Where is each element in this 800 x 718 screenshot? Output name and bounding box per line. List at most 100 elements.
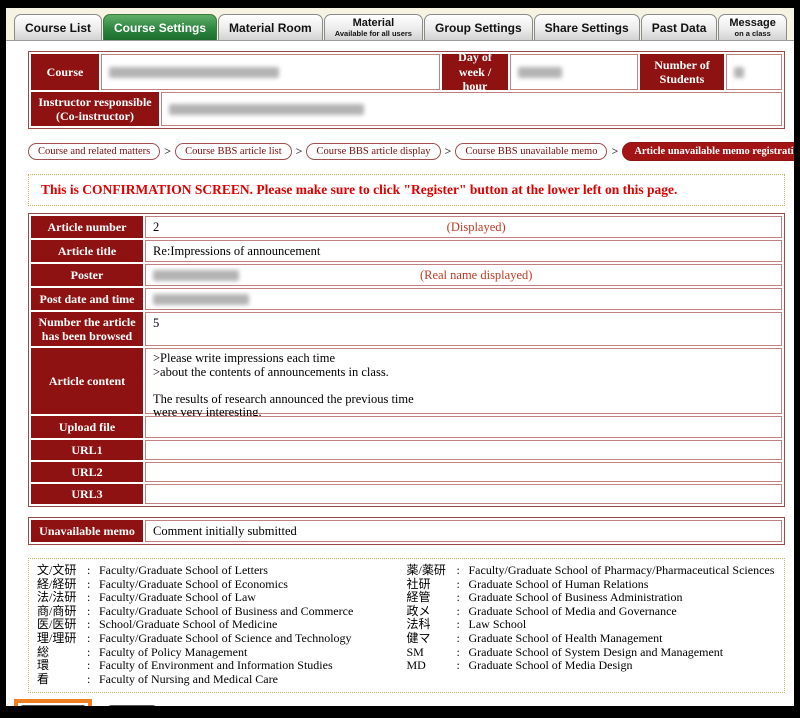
breadcrumb-item-bbs-article-display[interactable]: Course BBS article display (306, 143, 440, 160)
legend-abbr: 総 (37, 646, 87, 660)
course-info-table: Course Day of week / hour Number of Stud… (28, 51, 785, 129)
day-of-week-value (510, 54, 638, 90)
instructor-value (161, 92, 782, 126)
tab-label: Share Settings (545, 21, 629, 35)
legend-item: 環:Faculty of Environment and Information… (37, 659, 407, 673)
content-line: >about the contents of announcements in … (153, 366, 389, 380)
students-header: Number of Students (640, 54, 724, 90)
course-value (101, 54, 440, 90)
legend-separator: : (457, 659, 469, 673)
browsed-row: Number the article has been browsed 5 (31, 312, 782, 346)
back-button[interactable]: Back (108, 705, 156, 706)
instructor-row: Instructor responsible (Co-instructor) (31, 92, 782, 126)
tab-past-data[interactable]: Past Data (641, 14, 718, 40)
breadcrumb-item-course-matters[interactable]: Course and related matters (28, 143, 160, 160)
legend-item: 経/経研:Faculty/Graduate School of Economic… (37, 578, 407, 592)
tab-label: Past Data (652, 21, 707, 35)
confirmation-notice: This is CONFIRMATION SCREEN. Please make… (28, 174, 785, 206)
legend-abbr: 文/文研 (37, 564, 87, 578)
content-line: The results of research announced the pr… (153, 393, 414, 407)
breadcrumb-separator: > (296, 144, 303, 159)
legend-desc: School/Graduate School of Medicine (99, 618, 277, 632)
url3-row: URL3 (31, 484, 782, 504)
content-line: >Please write impressions each time (153, 352, 335, 366)
tab-material-room[interactable]: Material Room (218, 14, 323, 40)
article-content-value: >Please write impressions each time >abo… (145, 348, 782, 414)
url2-value (145, 462, 782, 482)
post-date-value (145, 288, 782, 310)
instructor-header: Instructor responsible (Co-instructor) (31, 92, 159, 126)
article-content-header: Article content (31, 348, 143, 414)
legend-abbr: 理/理研 (37, 632, 87, 646)
legend-separator: : (457, 578, 469, 592)
breadcrumb-item-bbs-unavailable-memo[interactable]: Course BBS unavailable memo (455, 143, 607, 160)
legend-desc: Graduate School of Health Management (469, 632, 663, 646)
redacted-value (153, 294, 249, 305)
legend-abbr: 看 (37, 673, 87, 687)
legend-separator: : (457, 618, 469, 632)
course-header: Course (31, 54, 99, 90)
breadcrumb-separator: > (611, 144, 618, 159)
browsed-text: 5 (153, 316, 159, 331)
tab-course-settings[interactable]: Course Settings (103, 14, 217, 40)
legend-desc: Graduate School of Media and Governance (469, 605, 677, 619)
redacted-value (169, 104, 364, 115)
breadcrumb: Course and related matters > Course BBS … (28, 142, 794, 161)
legend-item: 看:Faculty of Nursing and Medical Care (37, 673, 407, 687)
browsed-header: Number the article has been browsed (31, 312, 143, 346)
url1-value (145, 440, 782, 460)
legend-abbr: 薬/薬研 (407, 564, 457, 578)
tab-bar: Course List Course Settings Material Roo… (6, 8, 794, 41)
breadcrumb-item-active: Article unavailable memo registration co… (622, 142, 794, 161)
legend-right-column: 薬/薬研:Faculty/Graduate School of Pharmacy… (407, 564, 777, 686)
legend-item: 薬/薬研:Faculty/Graduate School of Pharmacy… (407, 564, 777, 578)
legend-desc: Faculty/Graduate School of Business and … (99, 605, 353, 619)
article-number-row: Article number 2 (Displayed) (31, 216, 782, 238)
legend-separator: : (87, 632, 99, 646)
article-content-row: Article content >Please write impression… (31, 348, 782, 414)
poster-row: Poster (Real name displayed) (31, 264, 782, 286)
legend-separator: : (87, 646, 99, 660)
breadcrumb-item-bbs-article-list[interactable]: Course BBS article list (175, 143, 292, 160)
tab-message-on-class[interactable]: Message on a class (718, 14, 786, 40)
article-title-value: Re:Impressions of announcement (145, 240, 782, 262)
legend-desc: Faculty/Graduate School of Law (99, 591, 256, 605)
legend-separator: : (87, 591, 99, 605)
course-info-row: Course Day of week / hour Number of Stud… (31, 54, 782, 90)
legend-abbr: 経/経研 (37, 578, 87, 592)
poster-value: (Real name displayed) (145, 264, 782, 286)
real-name-note: (Real name displayed) (420, 268, 532, 283)
tab-share-settings[interactable]: Share Settings (534, 14, 640, 40)
article-title-row: Article title Re:Impressions of announce… (31, 240, 782, 262)
legend-item: 理/理研:Faculty/Graduate School of Science … (37, 632, 407, 646)
register-button[interactable]: Register (20, 705, 86, 706)
unavailable-memo-table: Unavailable memo Comment initially submi… (28, 517, 785, 545)
legend-separator: : (457, 605, 469, 619)
legend-desc: Faculty of Policy Management (99, 646, 247, 660)
legend-separator: : (87, 564, 99, 578)
students-value (726, 54, 782, 90)
url1-row: URL1 (31, 440, 782, 460)
upload-file-row: Upload file (31, 416, 782, 438)
tab-course-list[interactable]: Course List (14, 14, 102, 40)
breadcrumb-separator: > (164, 144, 171, 159)
legend-desc: Faculty/Graduate School of Pharmacy/Phar… (469, 564, 775, 578)
unavailable-memo-header: Unavailable memo (31, 520, 143, 542)
legend-abbr: 医/医研 (37, 618, 87, 632)
article-number-text: 2 (153, 220, 159, 235)
legend-desc: Faculty/Graduate School of Science and T… (99, 632, 352, 646)
tab-material-all-users[interactable]: Material Available for all users (324, 14, 423, 40)
legend-item: 法科:Law School (407, 618, 777, 632)
legend-separator: : (457, 564, 469, 578)
legend-abbr: 法/法研 (37, 591, 87, 605)
tab-group-settings[interactable]: Group Settings (424, 14, 533, 40)
page: Course List Course Settings Material Roo… (6, 8, 794, 706)
tab-label: Message (729, 17, 775, 29)
legend-desc: Graduate School of Media Design (469, 659, 633, 673)
poster-header: Poster (31, 264, 143, 286)
legend-item: 政メ:Graduate School of Media and Governan… (407, 605, 777, 619)
url3-header: URL3 (31, 484, 143, 504)
legend-abbr: 政メ (407, 605, 457, 619)
legend-item: 健マ:Graduate School of Health Management (407, 632, 777, 646)
article-title-text: Re:Impressions of announcement (153, 244, 320, 259)
